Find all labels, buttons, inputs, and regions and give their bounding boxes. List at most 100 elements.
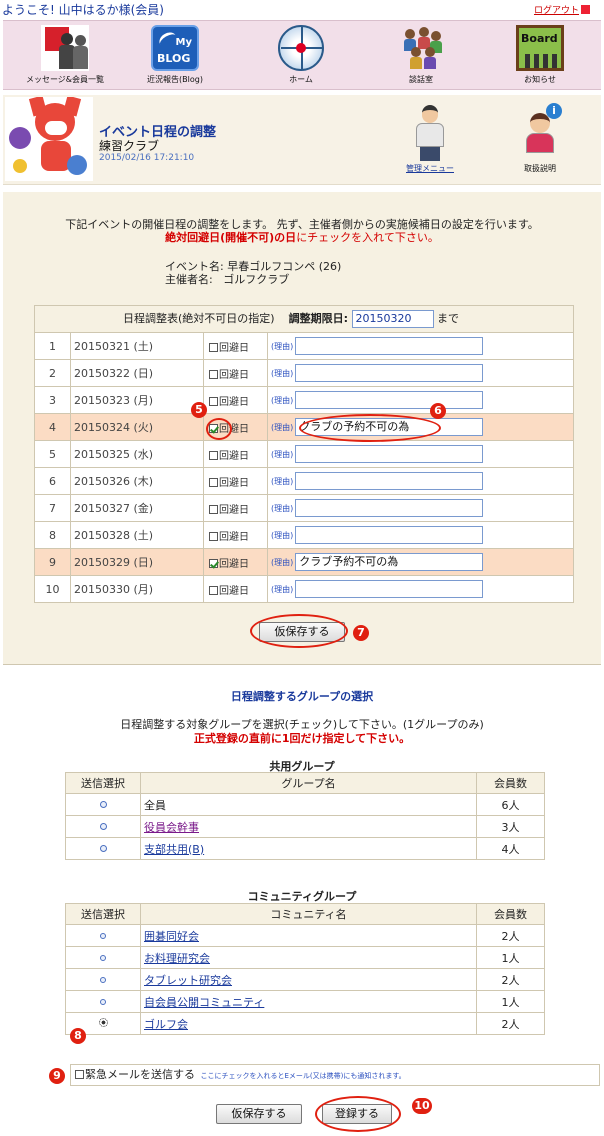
deadline-label: 調整期限日: — [288, 312, 348, 325]
footer-temp-save-button[interactable]: 仮保存する — [216, 1104, 302, 1124]
manual-link[interactable]: i 取扱説明 — [505, 103, 575, 174]
community-groups-title: コミュニティグループ — [247, 890, 357, 903]
community-name-cell: 囲碁同好会 — [140, 924, 477, 947]
avoid-label: 回避日 — [219, 342, 249, 354]
group-radio[interactable] — [99, 845, 107, 852]
community-name-link[interactable]: 自会員公開コミュニティ — [144, 996, 264, 1009]
community-name-cell: ゴルフ会 — [140, 1012, 477, 1035]
avoid-cell: 回避日 — [203, 494, 268, 522]
reason-input[interactable] — [295, 499, 484, 517]
reason-link[interactable]: (理由) — [271, 585, 293, 594]
row-number: 2 — [34, 359, 71, 387]
send-select-cell — [65, 990, 141, 1013]
board-icon: Board — [516, 25, 564, 71]
avoid-checkbox[interactable] — [209, 531, 218, 541]
reason-cell: (理由) — [267, 467, 574, 495]
reason-input[interactable]: クラブ予約不可の為 — [295, 553, 484, 571]
avoid-label: 回避日 — [219, 477, 249, 489]
avoid-checkbox[interactable] — [209, 342, 218, 352]
avoid-cell: 回避日 — [203, 359, 268, 387]
reason-link[interactable]: (理由) — [271, 342, 293, 351]
avoid-cell: 回避日 — [203, 440, 268, 468]
schedule-table: 日程調整表(絶対不可日の指定) 調整期限日: 20150320 まで 1 2015… — [34, 305, 574, 603]
nav-blog[interactable]: My BLOG 近況報告(Blog) — [125, 25, 225, 85]
reason-link[interactable]: (理由) — [271, 396, 293, 405]
nav-message-members[interactable]: メッセージ&会員一覧 — [15, 25, 115, 85]
urgent-mail-row: 緊急メールを送信する ここにチェックを入れるとEメール(又は携帯)にも通知されま… — [70, 1064, 600, 1086]
nav-news[interactable]: Board お知らせ — [490, 25, 590, 85]
reason-cell: (理由) — [267, 521, 574, 549]
avoid-checkbox[interactable] — [209, 558, 218, 568]
community-radio[interactable] — [98, 1018, 108, 1027]
urgent-mail-checkbox[interactable] — [75, 1070, 84, 1079]
deadline-input[interactable]: 20150320 — [351, 310, 434, 328]
community-radio[interactable] — [100, 977, 106, 983]
avoid-checkbox[interactable] — [209, 477, 218, 487]
reason-link[interactable]: (理由) — [271, 477, 293, 486]
group-name-link[interactable]: 支部共用(B) — [144, 843, 204, 856]
community-name-cell: 自会員公開コミュニティ — [140, 990, 477, 1013]
admin-man-icon — [410, 103, 450, 161]
community-name-cell: お料理研究会 — [140, 946, 477, 969]
community-radio[interactable] — [100, 933, 106, 939]
event-info: イベント名: 早春ゴルフコンペ (26) 主催者名: ゴルフクラブ — [165, 260, 341, 286]
reason-input[interactable] — [295, 445, 484, 463]
reason-input[interactable] — [295, 391, 484, 409]
reason-cell: (理由) — [267, 575, 574, 603]
community-name-link[interactable]: お料理研究会 — [144, 952, 210, 965]
intro-warning-rest: にチェックを入れて下さい。 — [296, 231, 439, 244]
send-select-cell — [65, 815, 141, 838]
nav-home[interactable]: ホーム — [251, 25, 351, 85]
avoid-label: 回避日 — [219, 450, 249, 462]
schedule-section: 下記イベントの開催日程の調整をします。 先ず、主催者側からの実施候補日の設定を行… — [3, 192, 601, 664]
reason-link[interactable]: (理由) — [271, 504, 293, 513]
schedule-row: 2 20150322 (日) 回避日 (理由) — [34, 359, 574, 387]
compass-home-icon — [278, 25, 324, 71]
group-name-cell: 支部共用(B) — [140, 837, 477, 860]
avoid-checkbox[interactable] — [209, 450, 218, 460]
reason-input[interactable] — [295, 364, 484, 382]
community-name-link[interactable]: 囲碁同好会 — [144, 930, 199, 943]
group-name-link[interactable]: 役員会幹事 — [144, 821, 199, 834]
reason-input[interactable] — [295, 526, 484, 544]
community-radio[interactable] — [100, 999, 106, 1005]
group-radio[interactable] — [99, 823, 107, 830]
reason-cell: (理由) クラブ予約不可の為 — [267, 548, 574, 576]
annotation-marker-9: 9 — [49, 1068, 65, 1084]
avoid-checkbox[interactable] — [209, 369, 218, 379]
avoid-checkbox[interactable] — [209, 585, 218, 595]
admin-menu-link[interactable]: 管理メニュー — [395, 103, 465, 174]
group-name-cell: 役員会幹事 — [140, 815, 477, 838]
reason-cell: (理由) — [267, 494, 574, 522]
reason-input[interactable] — [295, 472, 484, 490]
avoid-label: 回避日 — [219, 396, 249, 408]
reason-input[interactable] — [295, 337, 484, 355]
reason-link[interactable]: (理由) — [271, 558, 293, 567]
message-members-icon — [41, 25, 89, 71]
avoid-checkbox[interactable] — [209, 504, 218, 514]
blog-icon: My BLOG — [151, 25, 199, 71]
logout-link[interactable]: ログアウト — [534, 3, 590, 16]
nav-discussion[interactable]: 談話室 — [371, 25, 471, 85]
avoid-cell: 回避日 — [203, 467, 268, 495]
group-radio[interactable] — [99, 801, 107, 808]
reason-link[interactable]: (理由) — [271, 450, 293, 459]
avoid-checkbox[interactable] — [209, 396, 218, 406]
event-name-label: イベント名: — [165, 260, 224, 273]
row-date: 20150325 (水) — [70, 440, 204, 468]
community-group-row: お料理研究会 1人 — [65, 946, 545, 969]
group-name: 全員 — [144, 798, 166, 812]
member-count: 2人 — [476, 924, 545, 947]
reason-cell: (理由) — [267, 440, 574, 468]
row-date: 20150323 (月) — [70, 386, 204, 414]
reason-input[interactable] — [295, 580, 484, 598]
annotation-marker-5: 5 — [191, 402, 207, 418]
community-radio[interactable] — [100, 955, 106, 961]
reason-link[interactable]: (理由) — [271, 423, 293, 432]
reason-link[interactable]: (理由) — [271, 369, 293, 378]
member-count: 2人 — [476, 968, 545, 991]
community-name-link[interactable]: タブレット研究会 — [144, 974, 232, 987]
community-name-link[interactable]: ゴルフ会 — [144, 1018, 188, 1031]
avoid-label: 回避日 — [219, 531, 249, 543]
reason-link[interactable]: (理由) — [271, 531, 293, 540]
